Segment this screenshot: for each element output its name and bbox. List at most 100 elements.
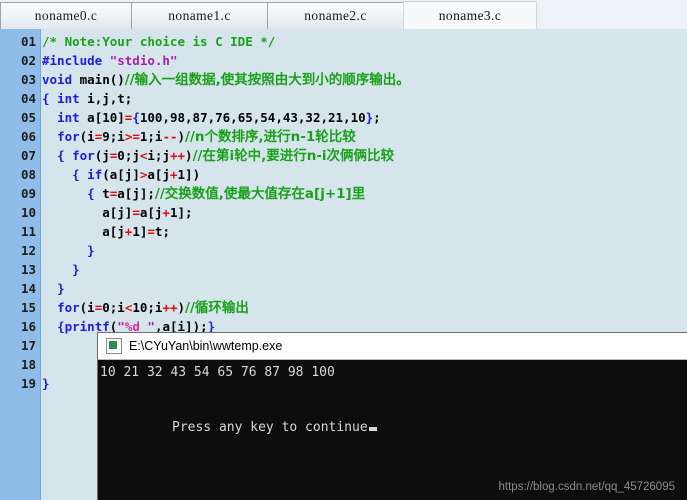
line-number: 03 [20, 72, 36, 87]
code-token: { [87, 186, 95, 201]
code-token: void [42, 72, 73, 87]
code-token: a[j] [42, 205, 133, 220]
tab-noname0-c[interactable]: noname0.c [0, 2, 132, 29]
code-token: 10;i [132, 300, 163, 315]
console-output-area: 10 21 32 43 54 65 76 87 98 100 Press any… [98, 360, 687, 500]
console-output-line: 10 21 32 43 54 65 76 87 98 100 [100, 365, 335, 380]
code-token: /* Note:Your choice is C IDE */ [42, 34, 276, 49]
code-token: ; [373, 110, 381, 125]
code-token: >= [124, 129, 140, 144]
code-line: void main()//输入一组数据,使其按照由大到小的顺序输出。 [42, 70, 687, 89]
code-token: ) [177, 129, 186, 144]
code-token: int [57, 110, 80, 125]
code-line: { t=a[j];//交换数值,使最大值存在a[j+1]里 [42, 184, 687, 203]
code-token: //交换数值,使最大值存在a[j+1]里 [154, 186, 366, 202]
code-token: a[j [147, 167, 170, 182]
code-token: } [72, 262, 80, 277]
code-token: int [57, 91, 80, 106]
code-token: //n个数排序,进行n-1轮比较 [185, 129, 356, 145]
code-token: (a[j] [102, 167, 140, 182]
code-token: 1]; [169, 205, 193, 220]
line-number: 02 [20, 53, 36, 68]
tab-noname1-c[interactable]: noname1.c [131, 2, 268, 29]
code-token: { [132, 110, 140, 125]
console-app-icon [106, 338, 122, 354]
code-token: 1;i [139, 129, 163, 144]
console-prompt-line: Press any key to continue [100, 418, 687, 437]
code-line: } [42, 260, 687, 279]
console-cursor [368, 427, 377, 431]
code-token: { [42, 91, 50, 106]
editor-tab-bar: noname0.c noname1.c noname2.c noname3.c [0, 0, 687, 29]
code-token: for [57, 129, 80, 144]
code-token: ) [177, 300, 186, 315]
ide-window: noname0.c noname1.c noname2.c noname3.c … [0, 0, 687, 500]
tab-label: noname2.c [304, 8, 367, 23]
line-number: 04 [20, 91, 36, 106]
line-number: 10 [20, 205, 36, 220]
code-token: 1]) [177, 167, 201, 182]
code-token: " [139, 319, 155, 334]
code-token: #include [42, 53, 110, 68]
console-window[interactable]: E:\CYuYan\bin\wwtemp.exe 10 21 32 43 54 … [98, 333, 687, 500]
code-token: { [57, 148, 65, 163]
tab-noname3-c[interactable]: noname3.c [403, 1, 537, 29]
code-token: + [162, 205, 170, 220]
code-token: 100,98,87,76,65,54,43,32,21,10 [139, 110, 366, 125]
code-token: (i [79, 129, 95, 144]
code-token: a[10] [79, 110, 125, 125]
code-line: #include "stdio.h" [42, 51, 687, 70]
code-token: ) [185, 148, 193, 163]
code-token: for [72, 148, 95, 163]
console-title-bar[interactable]: E:\CYuYan\bin\wwtemp.exe [98, 333, 687, 360]
code-token: a[j [139, 205, 163, 220]
line-number: 12 [20, 243, 36, 258]
line-number: 11 [20, 224, 36, 239]
console-title-text: E:\CYuYan\bin\wwtemp.exe [129, 339, 283, 353]
code-token: a[j [42, 224, 125, 239]
line-number: 13 [20, 262, 36, 277]
code-token: ,a[i]); [154, 319, 208, 334]
code-line: int a[10]={100,98,87,76,65,54,43,32,21,1… [42, 108, 687, 127]
code-token: } [87, 243, 95, 258]
watermark-url: https://blog.csdn.net/qq_45726095 [498, 481, 675, 493]
line-number: 09 [20, 186, 36, 201]
line-number: 05 [20, 110, 36, 125]
code-line: } [42, 279, 687, 298]
code-token: ++ [162, 300, 178, 315]
line-number: 07 [20, 148, 36, 163]
code-token: } [207, 319, 216, 334]
code-token: t [94, 186, 110, 201]
code-token: 9;i [102, 129, 125, 144]
line-number: 08 [20, 167, 36, 182]
code-token: a[j]; [117, 186, 155, 201]
code-token: = [132, 205, 140, 220]
code-token: 0;i [102, 300, 125, 315]
code-token: t; [154, 224, 170, 239]
code-line: /* Note:Your choice is C IDE */ [42, 32, 687, 51]
code-token: "stdio.h" [109, 53, 178, 68]
code-line: { for(j=0;j<i;j++)//在第i轮中,要进行n-i次俩俩比较 [42, 146, 687, 165]
code-token: { [72, 167, 80, 182]
line-number: 17 [20, 338, 36, 353]
code-token: %d [124, 319, 140, 334]
code-token: 1] [132, 224, 148, 239]
code-token: ++ [169, 148, 186, 163]
line-number: 18 [20, 357, 36, 372]
code-token: = [147, 224, 155, 239]
line-number: 19 [20, 376, 36, 391]
tab-noname2-c[interactable]: noname2.c [267, 2, 404, 29]
line-number-gutter: 01 02 03 04 05 06 07 08 09 10 11 12 13 14 15 16 17 18 19 [0, 29, 41, 500]
line-number: 16 [20, 319, 36, 334]
code-token: (i [79, 300, 95, 315]
